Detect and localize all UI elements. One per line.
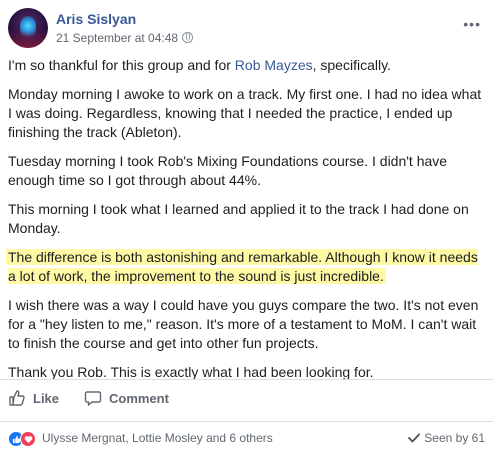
comment-icon xyxy=(84,391,102,406)
post-paragraph: I'm so thankful for this group and for R… xyxy=(8,56,482,75)
comment-button[interactable]: Comment xyxy=(84,389,169,407)
comment-label: Comment xyxy=(109,390,169,406)
like-button[interactable]: Like xyxy=(8,389,59,407)
post-actions-bar: Like Comment xyxy=(0,379,493,415)
post-paragraph: This morning I took what I learned and a… xyxy=(8,201,469,236)
avatar-tint xyxy=(8,30,48,48)
intro-text: I'm so thankful for this group and for xyxy=(8,57,235,73)
globe-icon xyxy=(182,32,194,43)
post-body: I'm so thankful for this group and for R… xyxy=(8,56,482,392)
post-paragraph: Monday morning I awoke to work on a trac… xyxy=(8,86,482,140)
post-paragraph: Tuesday morning I took Rob's Mixing Foun… xyxy=(8,153,448,188)
reaction-icons[interactable] xyxy=(8,431,36,447)
post-card: Aris Sislyan 21 September at 04:48 ••• I… xyxy=(0,0,493,453)
post-header: Aris Sislyan 21 September at 04:48 ••• xyxy=(8,8,485,50)
post-timestamp[interactable]: 21 September at 04:48 xyxy=(56,31,178,45)
author-avatar[interactable] xyxy=(8,8,48,48)
post-paragraph-highlighted: The difference is both astonishing and r… xyxy=(8,248,482,286)
heart-reaction-icon xyxy=(20,431,36,447)
thumbs-up-icon xyxy=(9,390,25,406)
like-label: Like xyxy=(33,390,60,406)
seen-by-indicator[interactable]: Seen by 61 xyxy=(408,431,485,445)
post-meta: 21 September at 04:48 xyxy=(56,31,194,45)
intro-text-end: , specifically. xyxy=(312,57,391,73)
tagged-user-link[interactable]: Rob Mayzes xyxy=(235,57,313,73)
seen-by-text: Seen by 61 xyxy=(424,431,485,445)
checkmark-icon xyxy=(408,433,421,443)
post-paragraph: I wish there was a way I could have you … xyxy=(8,297,479,351)
more-options-button[interactable]: ••• xyxy=(463,16,481,32)
highlighted-text: The difference is both astonishing and r… xyxy=(8,249,478,284)
author-name[interactable]: Aris Sislyan xyxy=(56,11,136,27)
post-footer: Ulysse Mergnat, Lottie Mosley and 6 othe… xyxy=(0,421,493,453)
reacted-by-text[interactable]: Ulysse Mergnat, Lottie Mosley and 6 othe… xyxy=(42,431,273,445)
